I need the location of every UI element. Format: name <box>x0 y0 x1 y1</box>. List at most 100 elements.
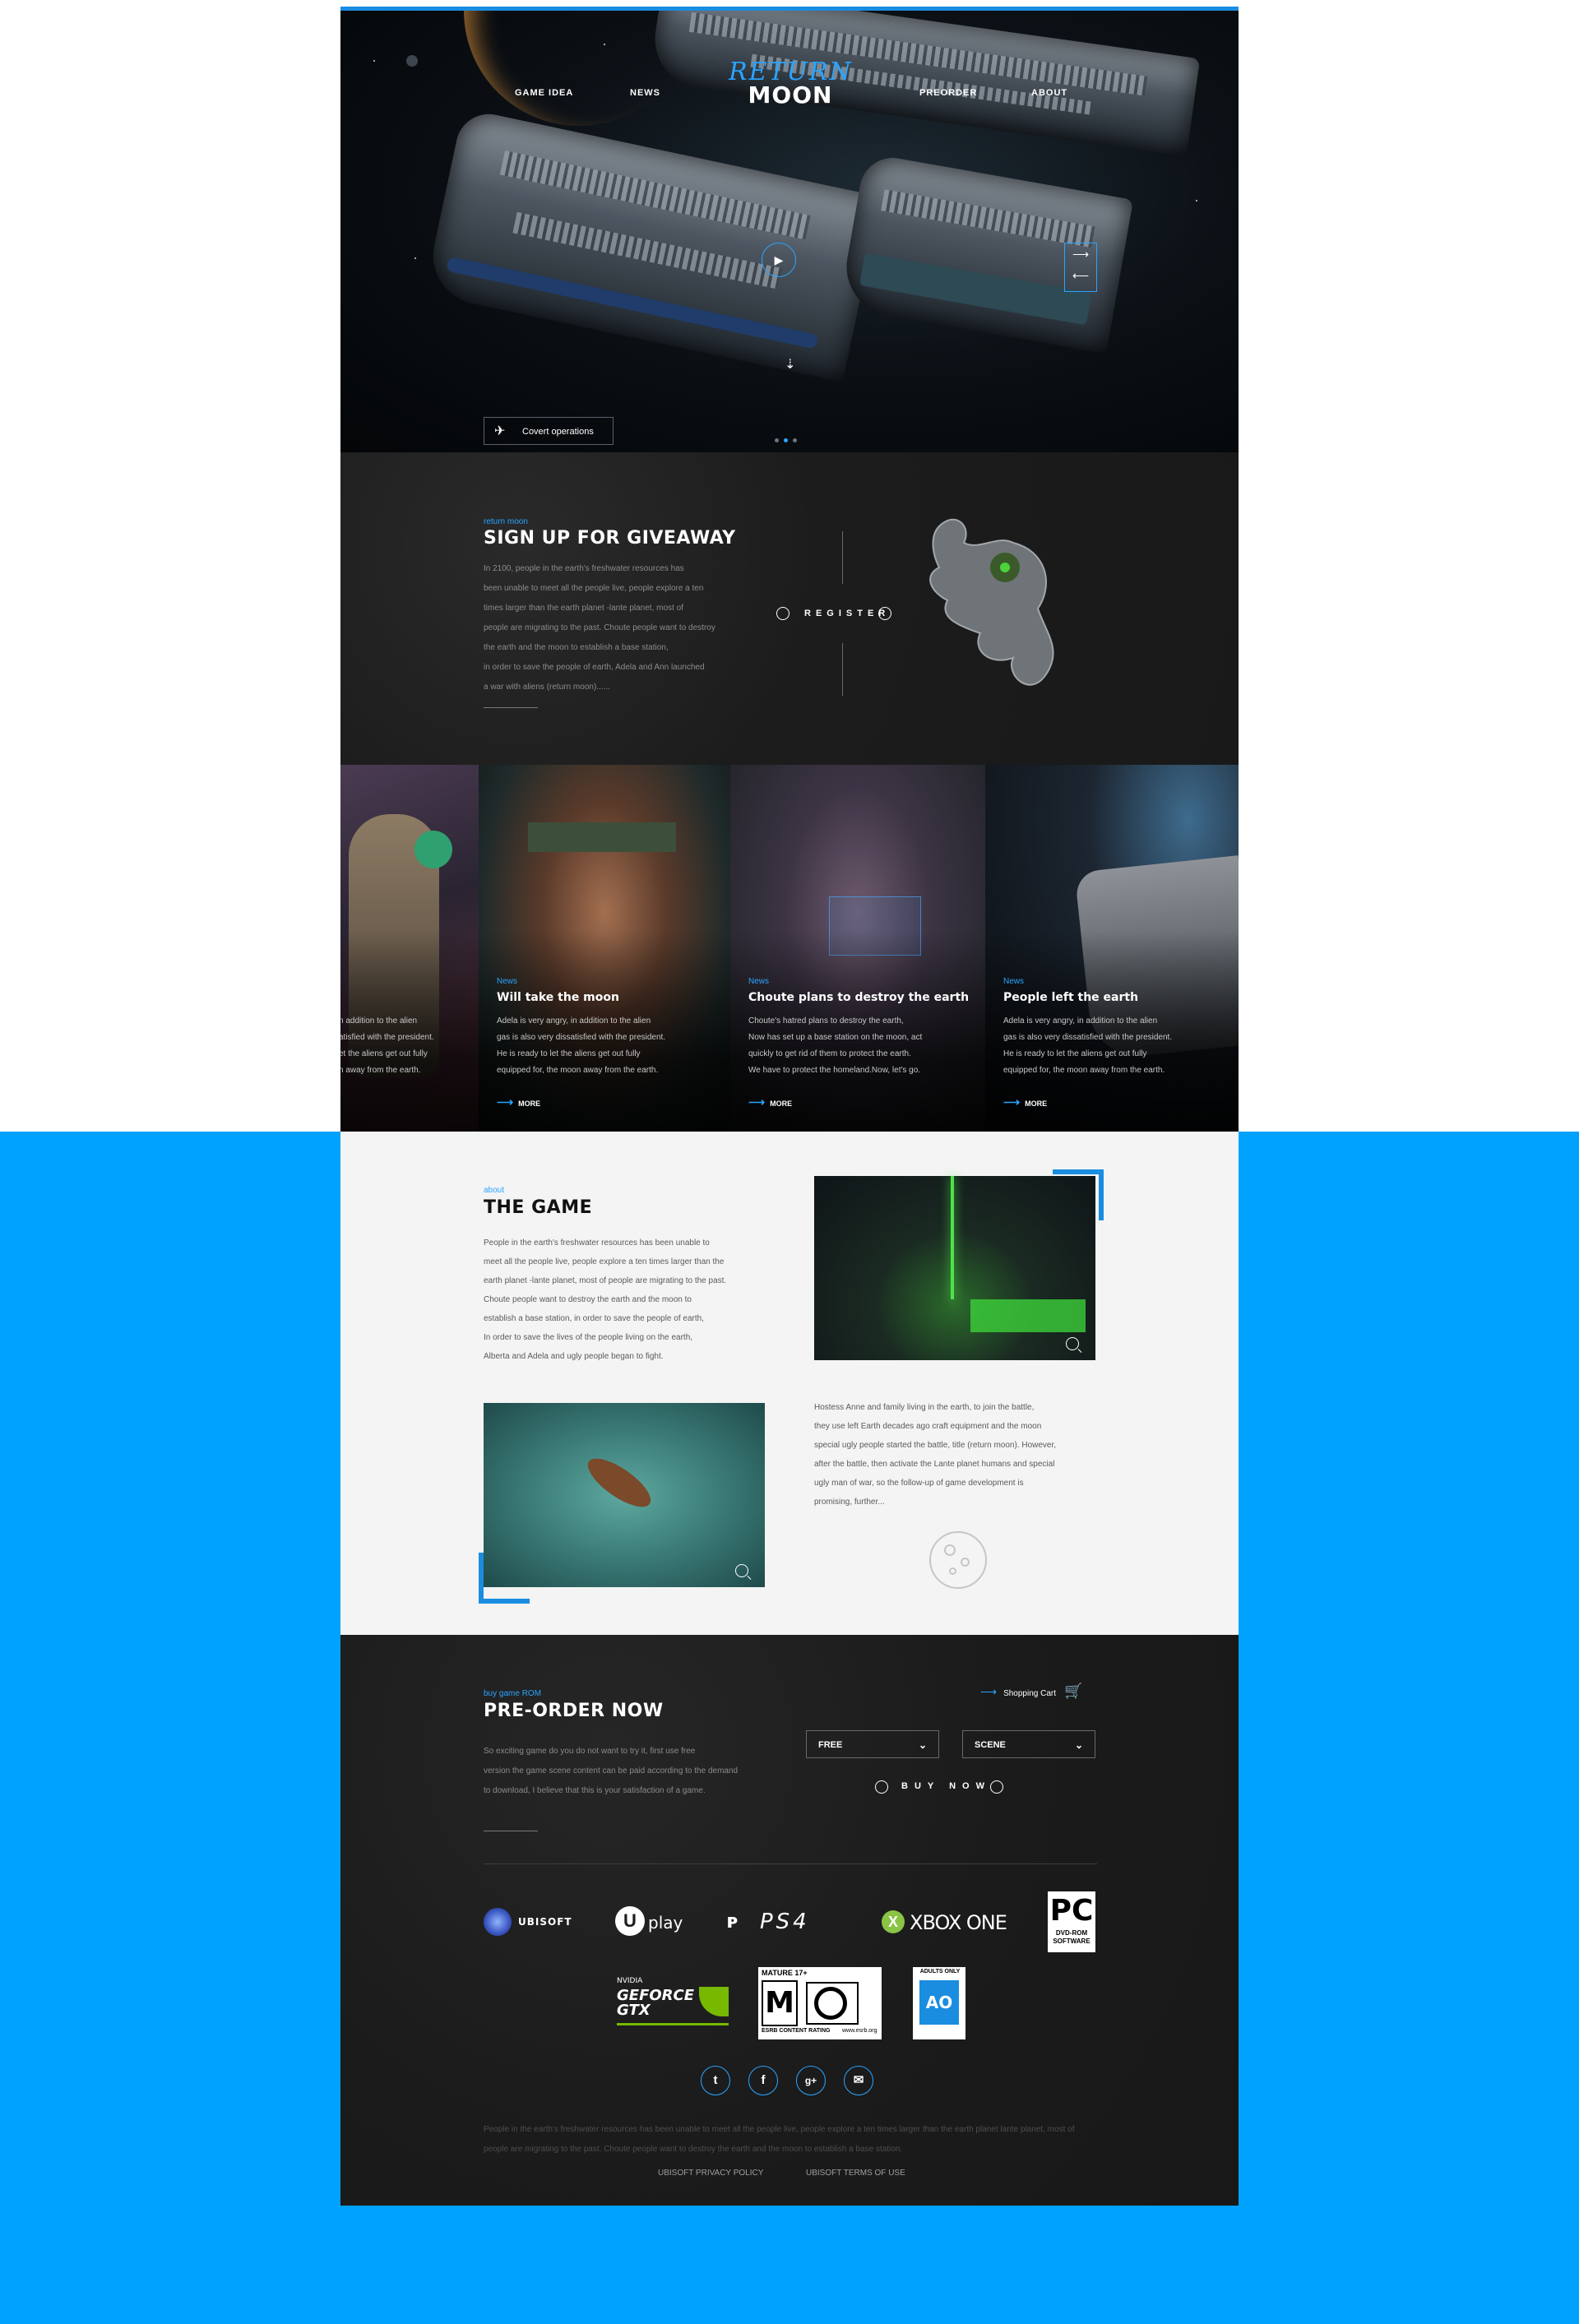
footer-text: People in the earth's freshwater resourc… <box>484 2125 1075 2154</box>
hero-banner: GAME IDEA NEWS PREORDER ABOUT RETURN MOO… <box>340 7 1239 452</box>
arrow-right-icon[interactable]: ⟶ <box>1065 243 1096 265</box>
ubisoft-logo: UBISOFT <box>518 1916 572 1928</box>
divider-line <box>484 707 538 708</box>
terms-of-use-link[interactable]: UBISOFT TERMS OF USE <box>806 2169 905 2178</box>
scroll-down-icon[interactable]: ⇣ <box>785 356 795 373</box>
preorder-section: buy game ROM PRE-ORDER NOW So exciting g… <box>340 1635 1239 2206</box>
card-title[interactable]: Choute plans to destroy the earth <box>748 991 969 1004</box>
ps4-logo: PS4 <box>760 1910 810 1934</box>
google-plus-icon: g+ <box>804 2075 817 2086</box>
text-line: In 2100, people in the earth's freshwate… <box>484 564 684 573</box>
moon-circle-icon <box>990 1780 1003 1794</box>
slide-label-box[interactable]: ✈ Covert operations <box>484 417 614 445</box>
text-line: in order to save the people of earth, Ad… <box>484 663 705 672</box>
about-section: about THE GAME People in the earth's fre… <box>340 1132 1239 1635</box>
preorder-title: PRE-ORDER NOW <box>484 1701 664 1721</box>
star <box>373 60 375 62</box>
mail-icon: ✉ <box>853 2073 864 2087</box>
facebook-icon: f <box>761 2073 766 2087</box>
text-line: the earth and the moon to establish a ba… <box>484 643 669 652</box>
floating-island-image <box>929 518 1054 686</box>
about-kicker: about <box>484 1186 505 1195</box>
privacy-policy-link[interactable]: UBISOFT PRIVACY POLICY <box>658 2169 763 2178</box>
playstation-icon: ᴩ <box>727 1910 739 1933</box>
giveaway-title: SIGN UP FOR GIVEAWAY <box>484 528 736 549</box>
uplay-logo: play <box>648 1913 683 1933</box>
buy-now-label: BUY NOW <box>901 1781 991 1791</box>
arrow-right-icon: ⟶ <box>1003 1095 1021 1109</box>
about-description: People in the earth's freshwater resourc… <box>484 1238 727 1361</box>
news-carousel: n addition to the alien atisfied with th… <box>340 765 1239 1133</box>
news-card[interactable]: News People left the earth Adela is very… <box>985 765 1239 1133</box>
vertical-divider <box>842 531 843 584</box>
news-card[interactable]: News Choute plans to destroy the earth C… <box>730 765 985 1133</box>
play-icon: ▶ <box>774 253 784 266</box>
more-link[interactable]: ⟶ MORE <box>748 1095 792 1109</box>
spaceship-icon: ✈ <box>494 424 506 438</box>
slider-dot-active[interactable] <box>784 438 788 442</box>
shopping-cart-link[interactable]: ⟶ Shopping Cart 🛒 <box>980 1683 1082 1700</box>
card-kicker: News <box>497 977 518 986</box>
return-moon-logo[interactable]: RETURN MOON <box>729 60 852 107</box>
preorder-kicker: buy game ROM <box>484 1689 542 1698</box>
card-title[interactable]: Will take the moon <box>497 991 619 1004</box>
uplay-u-icon: U <box>615 1906 645 1936</box>
card-description: n addition to the alien atisfied with th… <box>340 1016 434 1075</box>
twitter-icon: t <box>713 2073 718 2087</box>
esrb-ring-icon <box>814 1987 847 2020</box>
play-video-button[interactable]: ▶ <box>762 243 796 277</box>
text-line: been unable to meet all the people live,… <box>484 584 704 593</box>
scene-select[interactable]: SCENE ⌄ <box>962 1730 1095 1758</box>
version-select[interactable]: FREE ⌄ <box>806 1730 939 1758</box>
star <box>1196 200 1197 201</box>
moon-circle-icon <box>875 1780 888 1794</box>
text-line: times larger than the earth planet -lant… <box>484 604 683 613</box>
about-title: THE GAME <box>484 1197 593 1218</box>
more-link[interactable]: ⟶ MORE <box>497 1095 540 1109</box>
facebook-button[interactable]: f <box>748 2066 778 2095</box>
twitter-button[interactable]: t <box>701 2066 730 2095</box>
planet <box>406 55 418 67</box>
nav-news[interactable]: NEWS <box>630 88 660 98</box>
arrow-left-icon[interactable]: ⟵ <box>1065 265 1096 286</box>
moon-icon <box>929 1531 987 1589</box>
email-button[interactable]: ✉ <box>844 2066 873 2095</box>
xbox-icon: X <box>882 1910 905 1933</box>
chevron-down-icon: ⌄ <box>1074 1739 1083 1751</box>
footer-divider <box>484 1863 1097 1864</box>
slider-arrows: ⟶ ⟵ <box>1064 243 1097 292</box>
green-beam <box>951 1176 954 1299</box>
preorder-description: So exciting game do you do not want to t… <box>484 1747 739 1795</box>
star <box>414 257 416 259</box>
register-button[interactable]: REGISTER <box>776 605 891 622</box>
news-card-partial[interactable]: n addition to the alien atisfied with th… <box>340 765 479 1133</box>
nav-preorder[interactable]: PREORDER <box>919 88 977 98</box>
zoom-icon[interactable] <box>1066 1337 1079 1350</box>
card-description: Choute's hatred plans to destroy the ear… <box>748 1016 923 1075</box>
game-screenshot-reactor[interactable] <box>814 1176 1095 1360</box>
nav-about[interactable]: ABOUT <box>1031 88 1067 98</box>
pc-dvd-rom-logo: PC DVD-ROM SOFTWARE <box>1048 1891 1095 1952</box>
esrb-mature-rating: MATURE 17+ M ESRB CONTENT RATING www.esr… <box>758 1967 882 2039</box>
game-screenshot-boat[interactable] <box>484 1403 765 1587</box>
slider-dot[interactable] <box>775 438 779 442</box>
giveaway-description: In 2100, people in the earth's freshwate… <box>484 559 755 697</box>
arrow-right-icon: ⟶ <box>497 1095 514 1109</box>
nvidia-eye-icon <box>699 1987 729 2016</box>
esrb-adults-only-rating: ADULTS ONLY AO <box>913 1967 965 2039</box>
google-plus-button[interactable]: g+ <box>796 2066 826 2095</box>
more-link[interactable]: ⟶ MORE <box>1003 1095 1047 1109</box>
nav-game-idea[interactable]: GAME IDEA <box>515 88 573 98</box>
buy-now-button[interactable]: BUY NOW <box>875 1779 1023 1795</box>
xbox-one-logo: XBOX ONE <box>910 1911 1007 1934</box>
moon-circle-icon <box>776 607 790 620</box>
card-description: Adela is very angry, in addition to the … <box>1003 1016 1173 1075</box>
slider-dots <box>775 432 802 447</box>
slider-dot[interactable] <box>793 438 797 442</box>
news-card[interactable]: News Will take the moon Adela is very an… <box>479 765 730 1133</box>
zoom-icon[interactable] <box>735 1564 748 1577</box>
chevron-down-icon: ⌄ <box>918 1739 927 1751</box>
ubisoft-icon <box>484 1908 512 1936</box>
page: GAME IDEA NEWS PREORDER ABOUT RETURN MOO… <box>340 7 1239 2206</box>
card-title[interactable]: People left the earth <box>1003 991 1138 1004</box>
